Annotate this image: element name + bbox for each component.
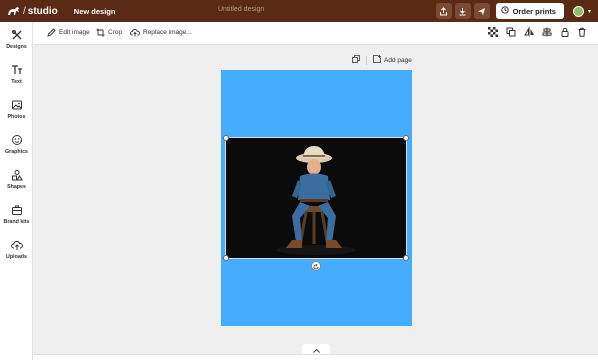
send-button[interactable] [473, 3, 490, 19]
resize-handle-top-right[interactable] [403, 135, 409, 141]
crop-label: Crop [108, 29, 123, 36]
delete-button[interactable] [576, 27, 588, 39]
edit-image-button[interactable]: Edit image [47, 28, 90, 37]
download-icon [458, 7, 467, 16]
crop-button[interactable]: Crop [96, 28, 122, 37]
order-prints-button[interactable]: Order prints [495, 3, 564, 19]
sidebar-item-label: Graphics [5, 149, 28, 155]
image-toolbar: Edit image Crop Replace image... [33, 22, 598, 45]
sidebar: Designs Text Photos Graphics Shapes Bran… [0, 22, 33, 360]
crop-icon [96, 28, 105, 37]
checkerboard-icon [488, 24, 498, 42]
flip-icon [523, 24, 535, 42]
replace-image-button[interactable]: Replace image... [130, 28, 192, 37]
top-bar: / studio New design Untitled design Orde… [0, 0, 598, 22]
new-design-button[interactable]: New design [74, 7, 116, 16]
logo-text: studio [27, 5, 58, 17]
sidebar-item-label: Photos [7, 114, 26, 120]
print-order-icon [500, 6, 509, 16]
designs-icon [11, 29, 23, 41]
expand-pages-button[interactable] [302, 344, 330, 354]
duplicate-page-button[interactable] [352, 55, 360, 65]
sidebar-item-label: Uploads [6, 254, 27, 260]
pencil-icon [47, 28, 56, 37]
lock-icon [560, 24, 570, 42]
chevron-down-icon[interactable]: ▾ [588, 8, 591, 15]
graphics-icon [11, 134, 23, 146]
download-button[interactable] [454, 3, 471, 19]
add-page-icon [373, 55, 381, 65]
child-cowboy-photo [226, 138, 406, 258]
page-actions: Add page [352, 55, 412, 65]
divider [366, 55, 367, 65]
text-icon [11, 64, 23, 76]
shapes-icon [11, 169, 23, 181]
duplicate-button[interactable] [505, 27, 517, 39]
sidebar-item-label: Text [11, 79, 22, 85]
replace-image-label: Replace image... [143, 29, 192, 36]
sidebar-item-label: Shapes [7, 184, 26, 190]
order-prints-label: Order prints [512, 6, 556, 16]
lock-button[interactable] [559, 27, 571, 39]
briefcase-icon [11, 204, 23, 216]
send-icon [477, 7, 486, 16]
add-page-label: Add page [384, 56, 412, 64]
sidebar-item-photos[interactable]: Photos [0, 99, 33, 120]
copy-icon [352, 55, 360, 65]
sidebar-item-uploads[interactable]: Uploads [0, 239, 33, 260]
resize-handle-top-left[interactable] [223, 135, 229, 141]
bottom-bar [33, 354, 598, 360]
align-center-icon [542, 24, 552, 42]
selected-photo[interactable] [225, 137, 407, 259]
flip-button[interactable] [523, 27, 535, 39]
share-button[interactable] [435, 3, 452, 19]
sidebar-item-text[interactable]: Text [0, 64, 33, 85]
avatar[interactable] [572, 5, 584, 17]
resize-handle-bottom-left[interactable] [223, 255, 229, 261]
photos-icon [11, 99, 23, 111]
sidebar-item-label: Designs [6, 44, 27, 50]
rotate-icon [313, 257, 319, 275]
cloud-upload-icon [130, 28, 140, 37]
sidebar-item-shapes[interactable]: Shapes [0, 169, 33, 190]
add-page-button[interactable]: Add page [373, 55, 412, 65]
rotate-handle[interactable] [311, 261, 321, 271]
upload-cloud-icon [10, 239, 23, 251]
sidebar-item-designs[interactable]: Designs [0, 29, 33, 50]
resize-handle-bottom-right[interactable] [403, 255, 409, 261]
document-title[interactable]: Untitled design [218, 6, 264, 13]
logo[interactable]: / studio [7, 6, 58, 17]
edit-image-label: Edit image [59, 29, 90, 36]
share-icon [439, 6, 448, 16]
sidebar-item-label: Brand kits [3, 219, 30, 225]
sidebar-item-brand-kits[interactable]: Brand kits [0, 204, 33, 225]
sidebar-item-graphics[interactable]: Graphics [0, 134, 33, 155]
transparency-button[interactable] [487, 27, 499, 39]
align-button[interactable] [541, 27, 553, 39]
trash-icon [577, 24, 587, 42]
layers-icon [506, 24, 516, 42]
horse-logo-icon [7, 6, 21, 16]
